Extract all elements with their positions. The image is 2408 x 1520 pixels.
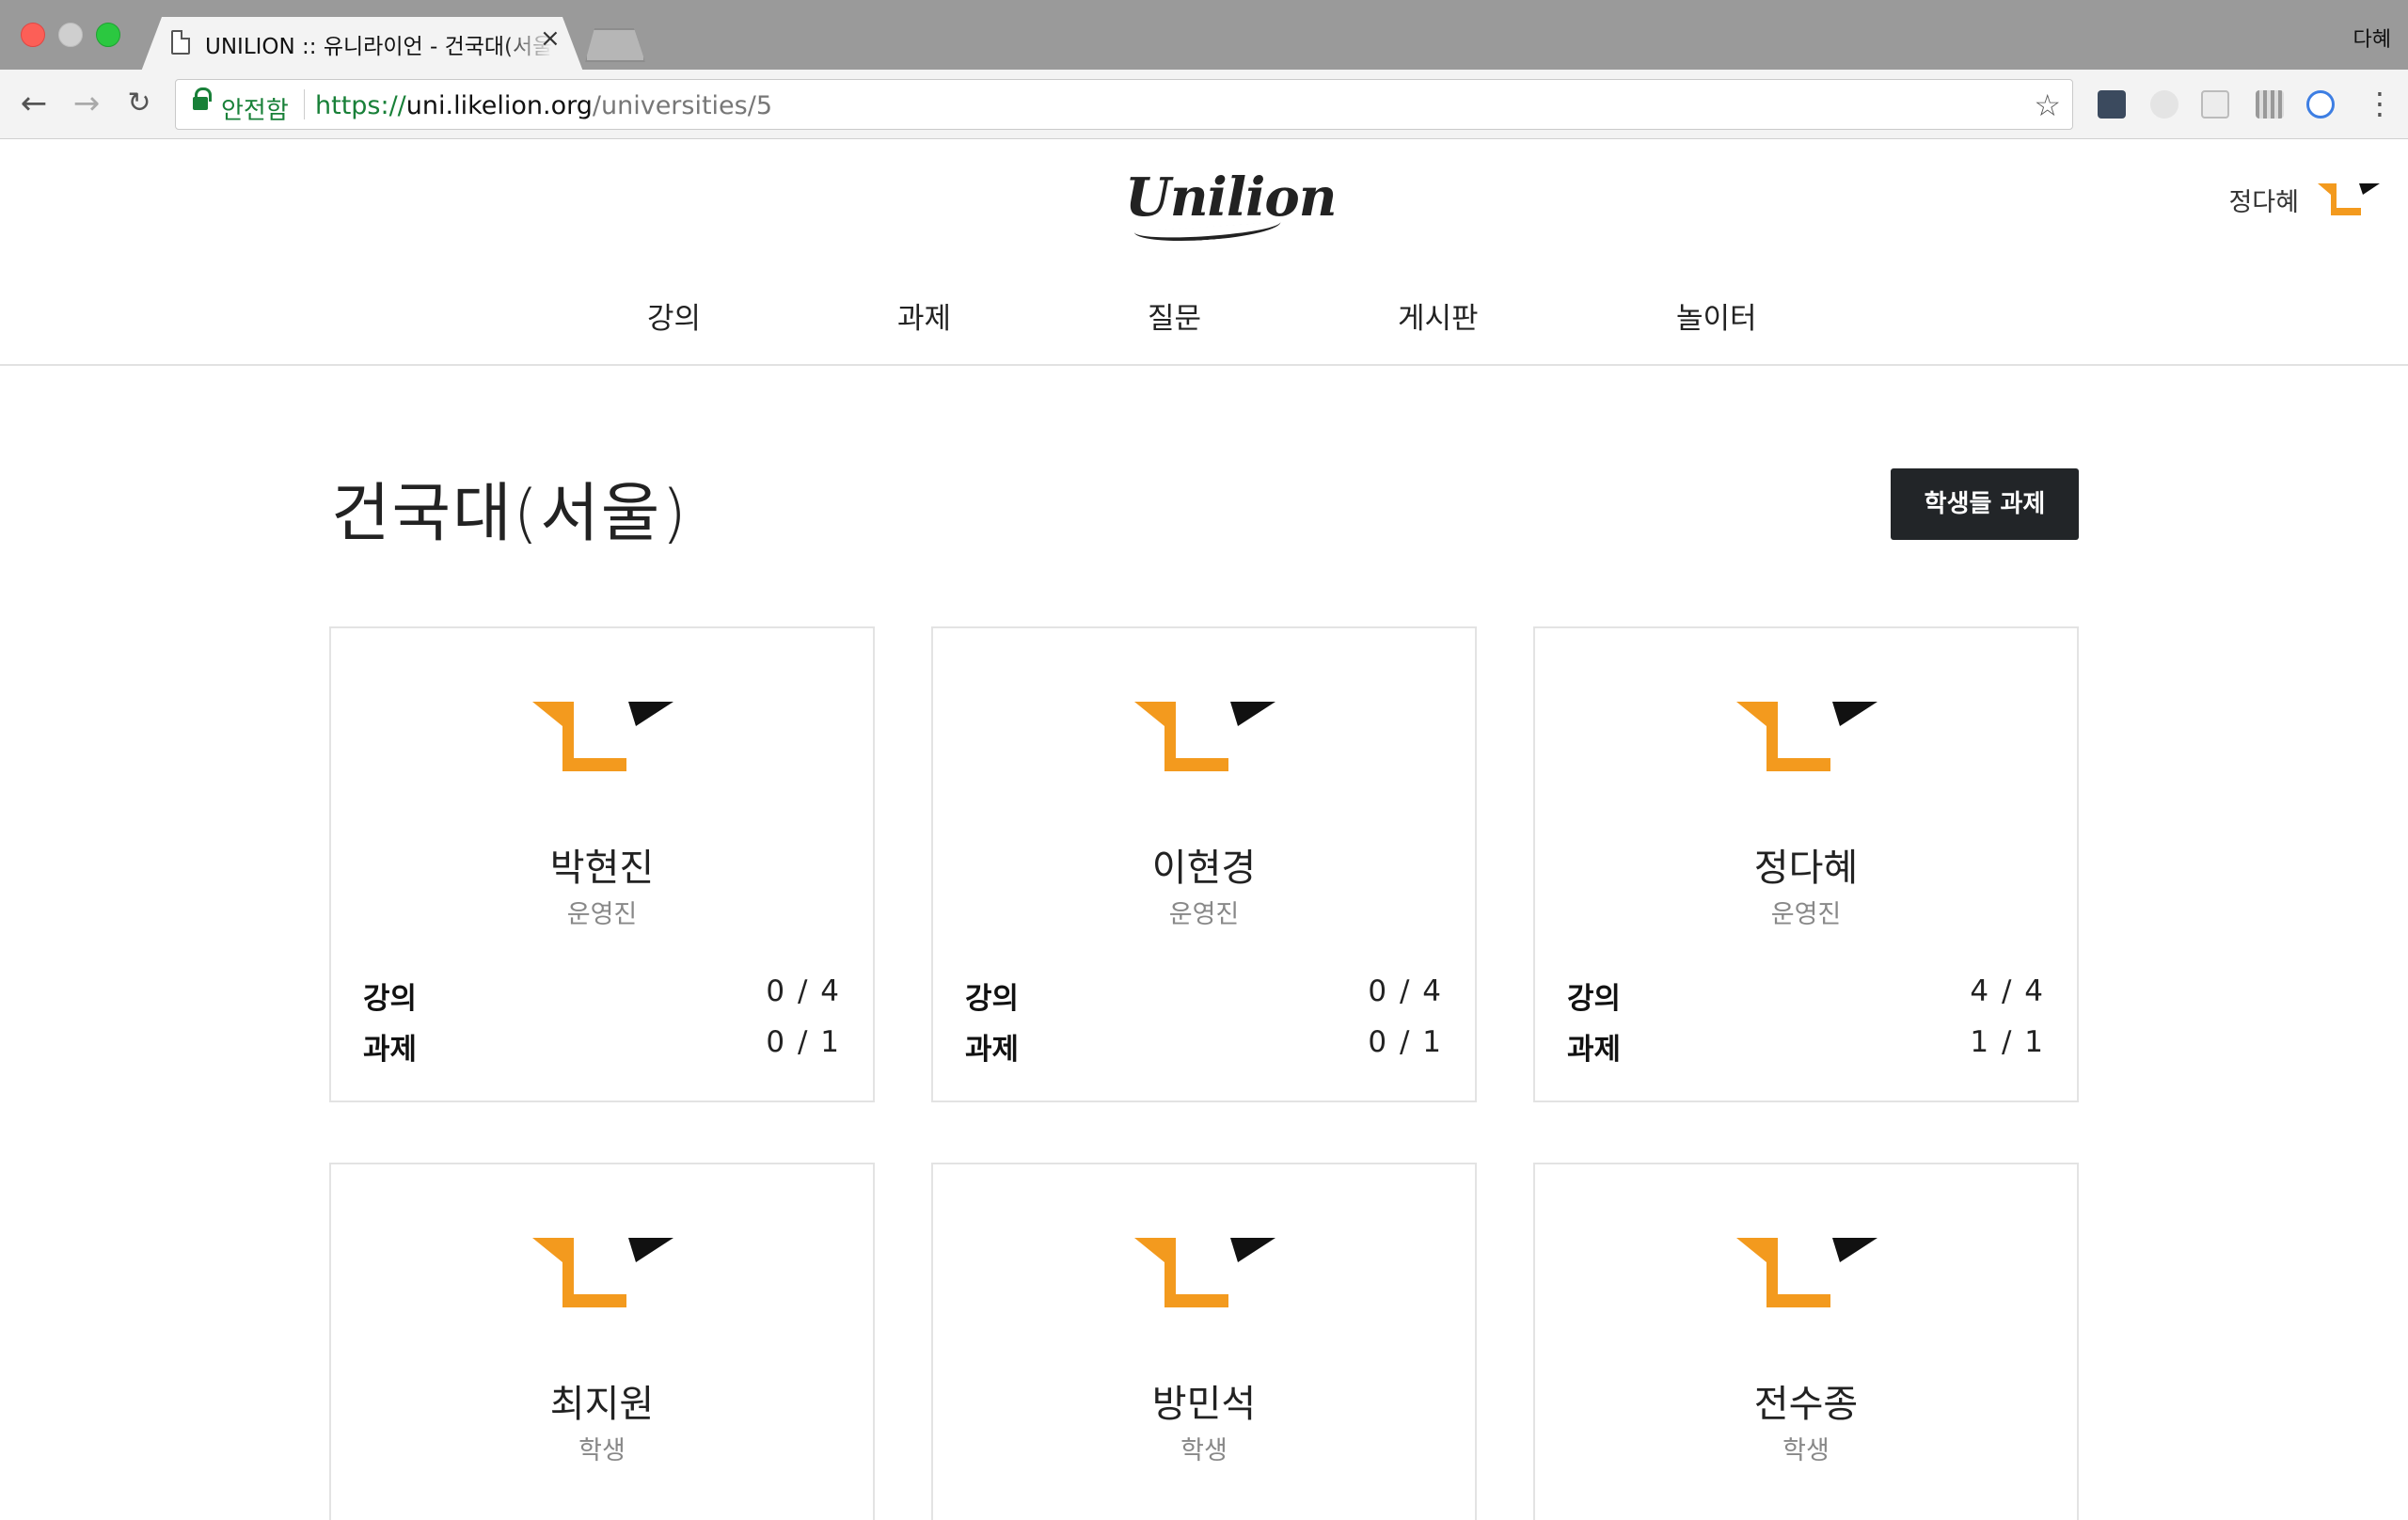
extension-cast-icon[interactable] (2201, 90, 2229, 119)
nav-lectures[interactable]: 강의 (647, 294, 701, 337)
nav-board[interactable]: 게시판 (1398, 294, 1479, 337)
member-name: 전수종 (1753, 1383, 1859, 1426)
profile-name[interactable]: 다혜 (2353, 23, 2391, 53)
lecture-stat-label: 강의 (1567, 982, 1622, 1016)
secure-label: 안전함 (221, 97, 289, 125)
reload-icon[interactable]: ↻ (120, 85, 158, 122)
forward-arrow-icon[interactable]: → (68, 85, 105, 122)
window-maximize-button[interactable] (96, 23, 120, 47)
member-card[interactable]: 방민석 학생 (931, 1163, 1477, 1520)
member-role: 운영진 (1770, 900, 1842, 929)
url-host: uni.likelion.org (405, 91, 593, 120)
lion-avatar-icon (532, 702, 673, 771)
assignment-stat-row: 과제 0 / 1 (363, 1025, 841, 1067)
assignment-stat-label: 과제 (965, 1033, 1020, 1067)
new-tab-button[interactable] (585, 28, 645, 62)
url-path: /universities/5 (592, 91, 773, 120)
nav-assignments[interactable]: 과제 (897, 294, 951, 337)
nav-playground[interactable]: 놀이터 (1676, 294, 1757, 337)
user-name[interactable]: 정다혜 (2228, 182, 2299, 218)
member-name: 방민석 (1151, 1383, 1257, 1426)
lion-avatar-icon (1736, 702, 1877, 771)
extension-sync-icon[interactable] (2306, 90, 2335, 119)
assignment-stat-row: 과제 1 / 1 (1567, 1025, 2045, 1067)
member-card[interactable]: 최지원 학생 (329, 1163, 875, 1520)
lion-avatar-icon (1736, 1238, 1877, 1307)
member-card[interactable]: 정다혜 운영진 강의 4 / 4 과제 1 / 1 (1533, 626, 2079, 1102)
assignment-stat-row: 과제 0 / 1 (965, 1025, 1443, 1067)
browser-menu-icon[interactable]: ⋮ (2365, 85, 2395, 122)
page-icon (171, 30, 190, 55)
lecture-stat-label: 강의 (965, 982, 1020, 1016)
member-card[interactable]: 이현경 운영진 강의 0 / 4 과제 0 / 1 (931, 626, 1477, 1102)
user-avatar-icon[interactable] (2318, 182, 2380, 219)
member-name: 정다혜 (1753, 847, 1859, 890)
lecture-stat-value: 4 / 4 (1970, 974, 2045, 1008)
url-scheme: https:// (315, 91, 406, 120)
assignment-stat-label: 과제 (363, 1033, 418, 1067)
lecture-stat-value: 0 / 4 (1368, 974, 1443, 1008)
lecture-stat-value: 0 / 4 (766, 974, 841, 1008)
browser-tab-strip: UNILION :: 유니라이언 - 건국대(서울) × 다혜 (0, 0, 2408, 71)
extension-u-icon[interactable] (2098, 90, 2126, 119)
nav-questions[interactable]: 질문 (1148, 294, 1201, 337)
extension-barcode-icon[interactable] (2256, 90, 2284, 119)
lock-icon (193, 87, 212, 114)
lecture-stat-row: 강의 4 / 4 (1567, 974, 2045, 1016)
member-card[interactable]: 박현진 운영진 강의 0 / 4 과제 0 / 1 (329, 626, 875, 1102)
url-text[interactable]: https://uni.likelion.org/universities/5 (315, 91, 772, 120)
window-close-button[interactable] (21, 23, 45, 47)
tab-title: UNILION :: 유니라이언 - 건국대(서울) (205, 35, 553, 59)
assignment-stat-value: 0 / 1 (766, 1025, 841, 1059)
back-arrow-icon[interactable]: ← (15, 85, 53, 122)
lion-avatar-icon (1134, 1238, 1275, 1307)
main-nav: 강의 과제 질문 게시판 놀이터 (0, 294, 2408, 341)
page-title: 건국대(서울) (331, 477, 689, 551)
member-role: 학생 (578, 1436, 626, 1465)
lecture-stat-row: 강의 0 / 4 (363, 974, 841, 1016)
member-role: 운영진 (566, 900, 638, 929)
member-name: 박현진 (549, 847, 655, 890)
member-role: 학생 (1180, 1436, 1228, 1465)
member-card[interactable]: 전수종 학생 (1533, 1163, 2079, 1520)
assignment-stat-value: 0 / 1 (1368, 1025, 1443, 1059)
member-role: 학생 (1782, 1436, 1830, 1465)
address-bar[interactable]: 안전함 https://uni.likelion.org/universitie… (175, 79, 2073, 130)
site-header: Unilion 정다혜 강의 과제 질문 게시판 놀이터 (0, 140, 2408, 366)
lecture-stat-row: 강의 0 / 4 (965, 974, 1443, 1016)
member-name: 이현경 (1151, 847, 1257, 890)
tab-close-icon[interactable]: × (540, 26, 561, 51)
member-name: 최지원 (549, 1383, 655, 1426)
student-assignments-button[interactable]: 학생들 과제 (1891, 468, 2079, 540)
window-minimize-button[interactable] (58, 23, 83, 47)
member-role: 운영진 (1168, 900, 1240, 929)
site-logo[interactable]: Unilion (1125, 166, 1337, 229)
extension-grey-circle-icon[interactable] (2150, 90, 2178, 119)
assignment-stat-label: 과제 (1567, 1033, 1622, 1067)
lecture-stat-label: 강의 (363, 982, 418, 1016)
lion-avatar-icon (1134, 702, 1275, 771)
lion-avatar-icon (532, 1238, 673, 1307)
assignment-stat-value: 1 / 1 (1970, 1025, 2045, 1059)
url-separator (304, 89, 305, 119)
browser-toolbar: ← → ↻ 안전함 https://uni.likelion.org/unive… (0, 70, 2408, 139)
bookmark-star-icon[interactable]: ☆ (2034, 87, 2061, 123)
